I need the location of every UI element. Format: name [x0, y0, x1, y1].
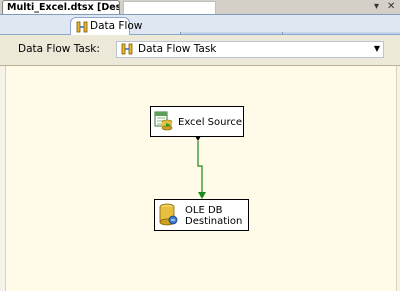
- chevron-down-icon[interactable]: ▼: [374, 44, 380, 53]
- designer-tabstrip: Data Flow: [0, 15, 400, 35]
- ole-db-destination-label-line2: Destination: [185, 216, 243, 227]
- ole-db-destination-label-line1: OLE DB: [185, 205, 223, 216]
- data-flow-task-value: Data Flow Task: [138, 43, 217, 55]
- data-flow-task-icon: [121, 43, 133, 58]
- package-designer: Data Flow Data Flow Task: Data Flow Task…: [0, 15, 400, 291]
- close-document-icon[interactable]: ✕: [387, 0, 395, 14]
- task-selector-bar: Data Flow Task: Data Flow Task ▼: [0, 35, 400, 66]
- document-tab-blank: [123, 1, 216, 14]
- excel-source-icon: [154, 111, 174, 134]
- design-surface[interactable]: Excel Source OLE DB Destination: [5, 66, 397, 291]
- tab-data-flow-label: Data Flow: [90, 20, 143, 32]
- tab-data-flow[interactable]: Data Flow: [70, 17, 142, 36]
- document-list-dropdown-icon[interactable]: ▾: [374, 0, 379, 14]
- document-tab[interactable]: Multi_Excel.dtsx [Design]*: [2, 0, 120, 14]
- tabstrip-track: [180, 32, 400, 34]
- ole-db-destination-component[interactable]: OLE DB Destination: [154, 199, 249, 231]
- document-tab-title: Multi_Excel.dtsx [Design]*: [7, 2, 120, 13]
- data-flow-task-dropdown[interactable]: Data Flow Task ▼: [116, 41, 384, 58]
- excel-source-component[interactable]: Excel Source: [150, 106, 244, 137]
- data-flow-path[interactable]: [6, 66, 396, 291]
- data-flow-task-label: Data Flow Task:: [18, 43, 100, 55]
- document-tabstrip: Multi_Excel.dtsx [Design]* ▾ ✕: [0, 0, 400, 15]
- excel-source-label: Excel Source: [178, 117, 243, 128]
- data-flow-icon: [76, 21, 88, 36]
- ole-db-destination-icon: [158, 203, 178, 230]
